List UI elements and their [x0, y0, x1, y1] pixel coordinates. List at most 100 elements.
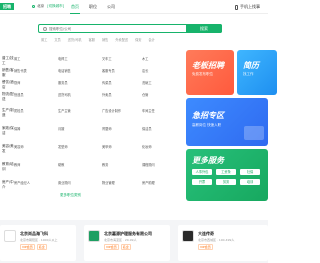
- category-name[interactable]: 餐饮/酒店: [0, 78, 14, 90]
- hot-term[interactable]: 客服: [89, 37, 95, 42]
- category-name[interactable]: 美容/美发: [0, 142, 14, 154]
- nav-companies[interactable]: 公司: [102, 0, 120, 14]
- mobile-app-button[interactable]: 手机上找事: [235, 3, 260, 11]
- search-input[interactable]: [49, 25, 169, 32]
- city-switch-link[interactable]: [切换城市]: [47, 4, 64, 8]
- category-item[interactable]: 育婴师: [102, 126, 142, 131]
- company-card[interactable]: 大连传奇 北京市西城区 · 100-499人 VIP会员: [178, 225, 268, 261]
- category-name[interactable]: 家政/保洁: [0, 124, 14, 136]
- category-name[interactable]: 物流/配送: [0, 90, 14, 102]
- service-button[interactable]: 开票: [192, 179, 212, 185]
- category-row: 房产/中介 房产经纪人 置业顾问 物业管理 房产助理: [0, 178, 182, 194]
- category-name[interactable]: 教育/培训: [0, 160, 14, 172]
- more-categories-link[interactable]: 更多职位类别: [60, 193, 81, 198]
- company-badge: 名企: [36, 244, 47, 250]
- promo-card-resume[interactable]: 简历 找工作: [237, 50, 277, 95]
- company-meta: 北京市海淀区 · 20-99人: [104, 238, 137, 242]
- hot-search-terms: 普工 文员 送货/司机 客服 销售 外卖配送 保安 会计: [41, 37, 155, 42]
- category-item[interactable]: 木工: [142, 56, 182, 61]
- category-name[interactable]: 普工/技工: [0, 54, 14, 66]
- category-item[interactable]: 教务: [102, 162, 142, 167]
- current-city: 北京: [37, 4, 45, 8]
- category-item[interactable]: 销售代表: [14, 68, 58, 73]
- promo-title: 老板招聘: [192, 61, 224, 70]
- category-item[interactable]: 美容师: [14, 144, 58, 149]
- category-item[interactable]: 叉车工: [102, 56, 142, 61]
- category-item[interactable]: 助教: [58, 162, 102, 167]
- promo-card-employer[interactable]: 老板招聘 免费发布职位: [186, 50, 234, 95]
- hot-term[interactable]: 送货/司机: [68, 37, 82, 42]
- promo-title: 简历: [243, 61, 259, 70]
- category-item[interactable]: 电话销售: [58, 68, 102, 73]
- category-item[interactable]: 物业管理: [102, 180, 142, 185]
- service-button[interactable]: 工资条: [216, 169, 236, 175]
- search-button[interactable]: 搜索: [186, 24, 222, 33]
- category-item[interactable]: 洗碗工: [142, 80, 182, 85]
- category-item[interactable]: 车间主任: [142, 108, 182, 113]
- category-item[interactable]: 发型师: [58, 144, 102, 149]
- search-box: 搜索: [38, 24, 222, 33]
- hot-term[interactable]: 普工: [41, 37, 47, 42]
- category-item[interactable]: 店长: [142, 68, 182, 73]
- category-item[interactable]: 保洁员: [142, 126, 182, 131]
- site-logo[interactable]: 招聘: [0, 3, 14, 10]
- category-item[interactable]: 课程顾问: [142, 162, 182, 167]
- nav-home[interactable]: 首页: [66, 0, 84, 14]
- category-item[interactable]: 客服专员: [102, 68, 142, 73]
- category-item[interactable]: 化妆师: [142, 144, 182, 149]
- location-selector[interactable]: 北京 [切换城市]: [32, 4, 64, 9]
- promo-card-urgent[interactable]: 急招专区 高薪岗位 快速入职: [186, 98, 268, 146]
- category-item[interactable]: 房产经纪人: [14, 180, 58, 185]
- category-name[interactable]: 房产/中介: [0, 178, 14, 190]
- hot-term[interactable]: 销售: [102, 37, 108, 42]
- company-logo-icon: [182, 230, 194, 242]
- service-button[interactable]: 人事外包: [192, 169, 212, 175]
- hot-term[interactable]: 外卖配送: [115, 37, 128, 42]
- hot-term[interactable]: 会计: [148, 37, 154, 42]
- promo-title: 急招专区: [192, 111, 224, 120]
- search-icon: [43, 27, 47, 31]
- category-item[interactable]: 外卖员: [102, 92, 142, 97]
- service-button[interactable]: 培训: [240, 179, 260, 185]
- category-item[interactable]: 广告设计制作: [102, 108, 142, 113]
- category-name[interactable]: 生产/制造: [0, 106, 14, 118]
- category-item[interactable]: 保姆: [14, 126, 58, 131]
- category-name[interactable]: 销售/客服: [0, 66, 14, 78]
- category-item[interactable]: 月嫂: [58, 126, 102, 131]
- promo-subtitle: 高薪岗位 快速入职: [192, 123, 222, 127]
- category-item[interactable]: 快递员: [14, 92, 58, 97]
- company-badge: VIP会员: [104, 244, 119, 250]
- category-item[interactable]: 生产主管: [58, 108, 102, 113]
- service-button[interactable]: 社保: [240, 169, 260, 175]
- top-bar: 招聘 北京 [切换城市] 首页 职位 公司 手机上找事: [0, 0, 268, 14]
- company-name: 北京嘉源护理服务有限公司: [104, 231, 152, 236]
- company-card[interactable]: 北京尚品海飞科 北京市朝阳区 · 1000人以上 VIP会员 名企: [0, 225, 76, 261]
- category-item[interactable]: 厨师: [14, 80, 58, 85]
- company-logo-icon: [4, 230, 16, 242]
- category-row: 教育/培训 教师 助教 教务 课程顾问: [0, 160, 182, 176]
- category-item[interactable]: 仓管: [142, 92, 182, 97]
- category-row: 生产/制造 质检员 生产主管 广告设计制作 车间主任: [0, 106, 182, 122]
- category-item[interactable]: 美甲师: [102, 144, 142, 149]
- nav-jobs[interactable]: 职位: [84, 0, 102, 14]
- job-category-panel: 普工/技工 普工 电焊工 叉车工 木工 销售/客服 销售代表 电话销售 客服专员…: [0, 50, 182, 200]
- company-meta: 北京市朝阳区 · 1000人以上: [20, 238, 58, 242]
- category-item[interactable]: 普工: [14, 56, 58, 61]
- hot-term[interactable]: 文员: [54, 37, 60, 42]
- category-item[interactable]: 送货司机: [58, 92, 102, 97]
- category-row: 家政/保洁 保姆 月嫂 育婴师 保洁员: [0, 124, 182, 140]
- category-item[interactable]: 房产助理: [142, 180, 182, 185]
- service-button[interactable]: 劳务: [216, 179, 236, 185]
- category-item[interactable]: 服务员: [58, 80, 102, 85]
- location-pin-icon: [32, 4, 35, 8]
- category-item[interactable]: 质检员: [14, 108, 58, 113]
- main-nav: 首页 职位 公司: [66, 0, 120, 14]
- company-name: 大连传奇: [198, 231, 214, 236]
- category-item[interactable]: 传菜员: [102, 80, 142, 85]
- company-name: 北京尚品海飞科: [20, 231, 48, 236]
- company-card[interactable]: 北京嘉源护理服务有限公司 北京市海淀区 · 20-99人 VIP会员 名企: [84, 225, 170, 261]
- category-item[interactable]: 置业顾问: [58, 180, 102, 185]
- hot-term[interactable]: 保安: [135, 37, 141, 42]
- category-item[interactable]: 教师: [14, 162, 58, 167]
- category-item[interactable]: 电焊工: [58, 56, 102, 61]
